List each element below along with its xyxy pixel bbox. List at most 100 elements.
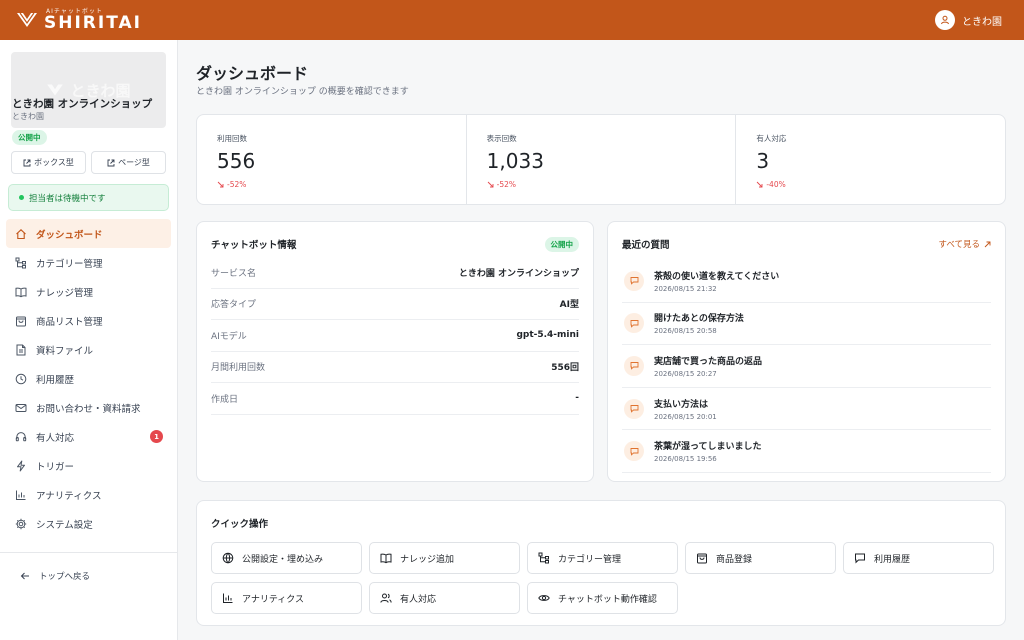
sidebar-item-history[interactable]: 利用履歴 bbox=[6, 364, 171, 393]
sidebar-item-triggers[interactable]: トリガー bbox=[6, 451, 171, 480]
sidebar-item-label: 利用履歴 bbox=[36, 374, 75, 386]
box-type-button[interactable]: ボックス型 bbox=[11, 151, 86, 174]
sidebar-item-files[interactable]: 資料ファイル bbox=[6, 335, 171, 364]
quick-chatbot-test-button[interactable]: チャットボット動作確認 bbox=[527, 582, 678, 614]
question-bubble-icon bbox=[624, 313, 644, 334]
shop-name: ときわ園 オンラインショップ bbox=[12, 98, 153, 110]
box-type-label: ボックス型 bbox=[34, 158, 74, 167]
sidebar-item-label: 有人対応 bbox=[36, 432, 75, 444]
globe-icon bbox=[222, 552, 234, 564]
question-title: 支払い方法は bbox=[654, 399, 709, 410]
quick-product-register-button[interactable]: 商品登録 bbox=[685, 542, 836, 574]
logo-mark-icon bbox=[17, 12, 37, 27]
recent-questions-title: 最近の質問 bbox=[622, 240, 670, 251]
sidebar-item-knowledge[interactable]: ナレッジ管理 bbox=[6, 277, 171, 306]
quick-action-label: ナレッジ追加 bbox=[400, 554, 455, 565]
bar-chart-icon bbox=[16, 490, 26, 500]
info-value: gpt-5.4-mini bbox=[516, 330, 579, 341]
live-support-count-badge: 1 bbox=[150, 430, 163, 443]
question-time: 2026/08/15 21:32 bbox=[654, 284, 717, 293]
sidebar-nav: ダッシュボード カテゴリー管理 ナレッジ管理 商品リスト管理 資料ファイル 利用… bbox=[6, 219, 171, 538]
sidebar-item-label: カテゴリー管理 bbox=[36, 258, 103, 270]
quick-action-label: チャットボット動作確認 bbox=[558, 594, 657, 605]
quick-add-knowledge-button[interactable]: ナレッジ追加 bbox=[369, 542, 520, 574]
sidebar-item-inquiries[interactable]: お問い合わせ・資料請求 bbox=[6, 393, 171, 422]
question-time: 2026/08/15 19:56 bbox=[654, 455, 717, 464]
sidebar-item-categories[interactable]: カテゴリー管理 bbox=[6, 248, 171, 277]
stats-card: 利用回数 556 -52% 表示回数 1,033 -52% 有人対応 3 -40… bbox=[196, 114, 1006, 205]
question-item[interactable]: 実店舗で買った商品の返品 2026/08/15 20:27 bbox=[622, 345, 991, 388]
recent-questions-card: 最近の質問 すべて見る 茶殻の使い道を教えてください 2026/08/15 21:… bbox=[607, 221, 1006, 482]
sidebar-item-live-support[interactable]: 有人対応 1 bbox=[6, 422, 171, 451]
back-to-top-label: トップへ戻る bbox=[39, 572, 91, 582]
question-time: 2026/08/15 20:27 bbox=[654, 369, 717, 378]
stat-label: 有人対応 bbox=[756, 134, 787, 143]
quick-history-button[interactable]: 利用履歴 bbox=[843, 542, 994, 574]
chatbot-status-badge: 公開中 bbox=[544, 236, 579, 252]
sidebar-item-label: ダッシュボード bbox=[36, 229, 103, 241]
sidebar-item-label: システム設定 bbox=[36, 519, 93, 531]
question-item[interactable]: 支払い方法は 2026/08/15 20:01 bbox=[622, 388, 991, 431]
question-item[interactable]: 開けたあとの保存方法 2026/08/15 20:58 bbox=[622, 303, 991, 346]
sidebar-item-label: ナレッジ管理 bbox=[36, 287, 94, 299]
staff-status-text: 担当者は待機中です bbox=[29, 193, 106, 204]
book-open-icon bbox=[380, 553, 392, 564]
stat-live-support: 有人対応 3 -40% bbox=[736, 115, 1005, 204]
sidebar-item-label: 資料ファイル bbox=[36, 345, 94, 357]
arrow-up-right-icon bbox=[984, 241, 991, 247]
shop-status-badge: 公開中 bbox=[12, 130, 47, 145]
back-to-top-link[interactable]: トップへ戻る bbox=[20, 570, 90, 582]
trend-down-icon bbox=[757, 181, 763, 188]
question-time: 2026/08/15 20:58 bbox=[654, 327, 717, 336]
quick-analytics-button[interactable]: アナリティクス bbox=[211, 582, 362, 614]
quick-publish-embed-button[interactable]: 公開設定・埋め込み bbox=[211, 542, 362, 574]
info-value: AI型 bbox=[559, 300, 579, 311]
page-title: ダッシュボード bbox=[196, 64, 309, 83]
stat-delta: -52% bbox=[217, 180, 466, 189]
page-type-button[interactable]: ページ型 bbox=[91, 151, 166, 174]
info-key: サービス名 bbox=[211, 268, 257, 279]
quick-action-label: アナリティクス bbox=[242, 594, 305, 605]
question-bubble-icon bbox=[624, 441, 644, 462]
arrow-left-icon bbox=[20, 572, 29, 580]
shopping-bag-icon bbox=[697, 553, 707, 564]
user-menu[interactable]: ときわ園 bbox=[935, 10, 1002, 30]
sidebar-item-products[interactable]: 商品リスト管理 bbox=[6, 306, 171, 335]
info-value: - bbox=[575, 393, 579, 404]
sidebar-item-analytics[interactable]: アナリティクス bbox=[6, 480, 171, 509]
question-bubble-icon bbox=[624, 355, 644, 376]
external-link-icon bbox=[107, 159, 115, 166]
question-bubble-icon bbox=[624, 270, 644, 291]
sidebar-divider bbox=[0, 552, 178, 553]
trend-down-icon bbox=[487, 181, 494, 188]
shop-subname: ときわ園 bbox=[12, 112, 44, 121]
clock-icon bbox=[15, 373, 27, 384]
sidebar-item-label: トリガー bbox=[36, 461, 75, 473]
question-item[interactable]: 茶葉が湿ってしまいました 2026/08/15 19:56 bbox=[622, 430, 991, 473]
sidebar-item-settings[interactable]: システム設定 bbox=[6, 509, 171, 538]
eye-icon bbox=[538, 595, 550, 601]
trend-down-icon bbox=[217, 181, 224, 188]
quick-categories-button[interactable]: カテゴリー管理 bbox=[527, 542, 678, 574]
info-key: 作成日 bbox=[211, 394, 239, 405]
category-tree-icon bbox=[15, 257, 26, 268]
question-bubble-icon bbox=[624, 398, 644, 419]
logo-subtitle: AIチャットボット bbox=[46, 7, 103, 15]
logo-title: SHIRITAI bbox=[44, 12, 142, 33]
see-all-link[interactable]: すべて見る bbox=[938, 238, 991, 250]
mail-icon bbox=[15, 403, 27, 412]
sidebar-item-dashboard[interactable]: ダッシュボード bbox=[6, 219, 171, 248]
stat-delta-value: -40% bbox=[766, 180, 786, 189]
quick-action-label: 利用履歴 bbox=[874, 554, 911, 565]
quick-live-support-button[interactable]: 有人対応 bbox=[369, 582, 520, 614]
user-name: ときわ園 bbox=[962, 16, 1002, 28]
file-text-icon bbox=[16, 344, 26, 355]
info-key: AIモデル bbox=[211, 331, 247, 342]
chatbot-info-card: チャットボット情報 公開中 サービス名 ときわ園 オンラインショップ 応答タイプ A… bbox=[196, 221, 594, 482]
stat-value: 556 bbox=[217, 149, 256, 173]
info-row: 月間利用回数 556回 bbox=[211, 352, 579, 383]
external-link-icon bbox=[23, 159, 31, 166]
question-item[interactable]: 茶殻の使い道を教えてください 2026/08/15 21:32 bbox=[622, 260, 991, 303]
app-logo[interactable]: AIチャットボット SHIRITAI bbox=[16, 7, 142, 33]
status-dot-icon bbox=[19, 195, 24, 200]
